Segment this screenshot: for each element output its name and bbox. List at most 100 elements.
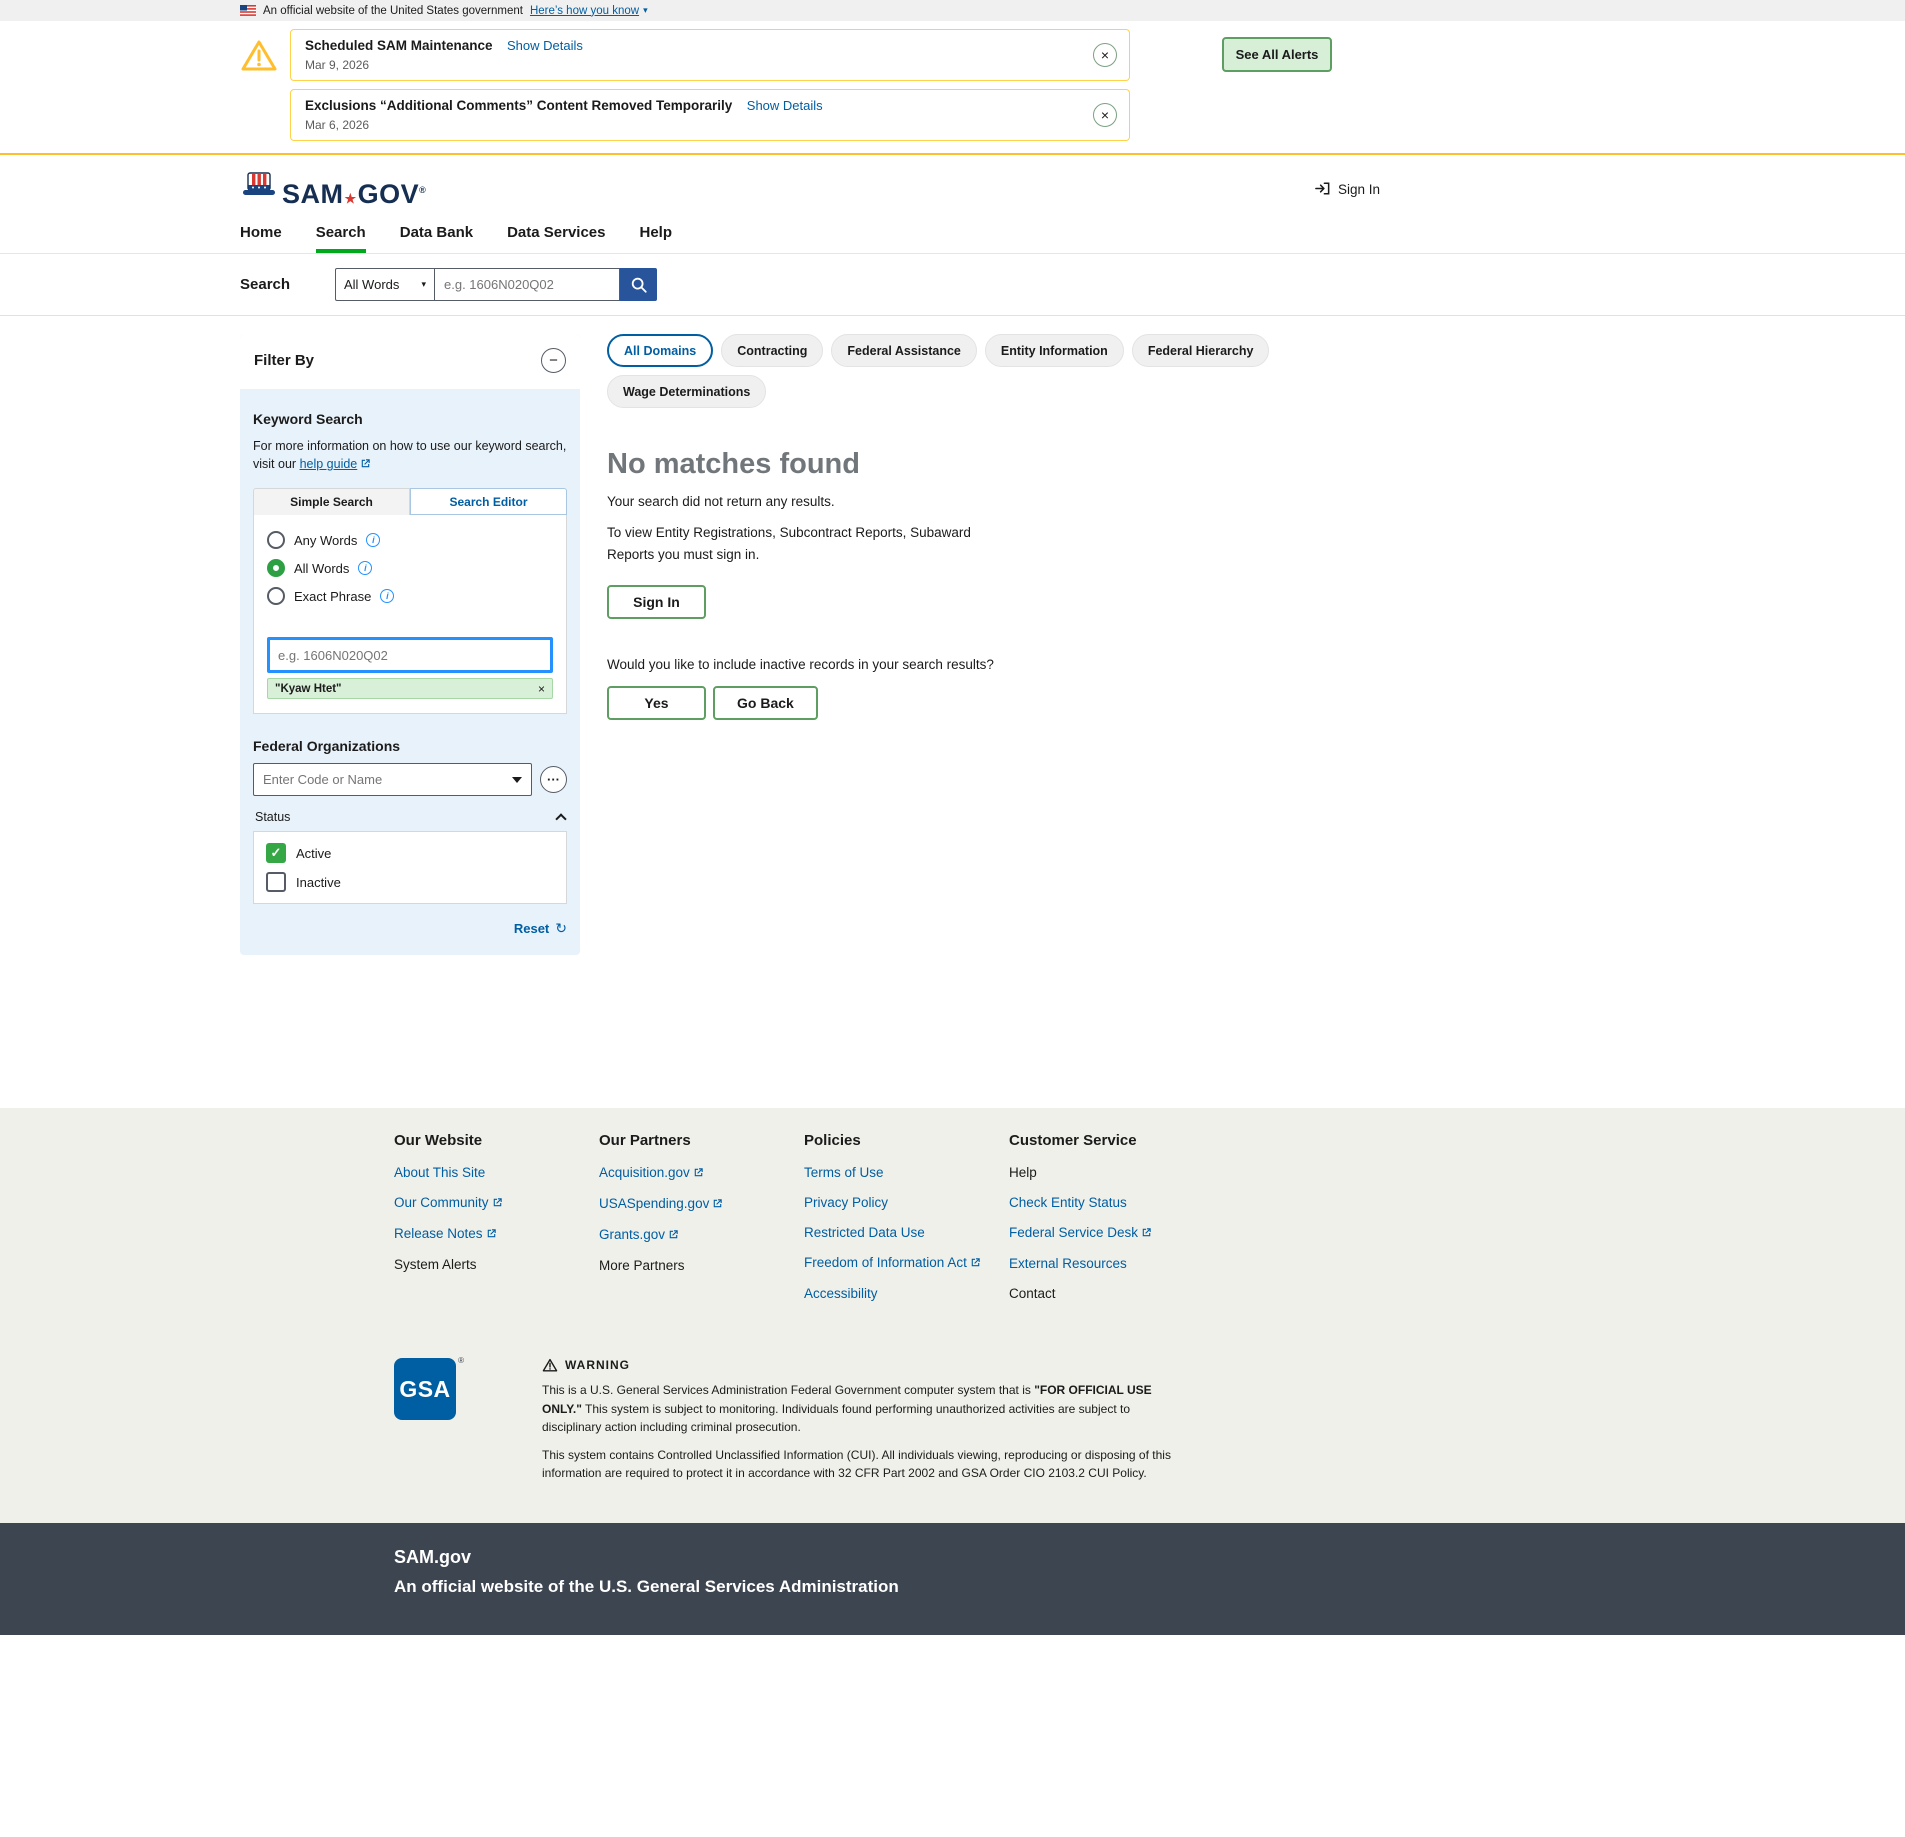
gov-banner-text: An official website of the United States… (263, 5, 523, 17)
search-label: Search (240, 276, 335, 293)
tab-search-editor[interactable]: Search Editor (410, 488, 567, 515)
active-checkbox[interactable]: ✓ (266, 843, 286, 863)
footer-link-foia[interactable]: Freedom of Information Act (804, 1255, 1009, 1271)
chevron-up-icon (555, 814, 566, 825)
radio-row-any-words: Any Words i (267, 531, 553, 549)
external-link-icon (486, 1227, 497, 1242)
footer: Our Website About This Site Our Communit… (0, 1108, 1905, 1523)
domain-tab-federal-assistance[interactable]: Federal Assistance (831, 334, 976, 367)
footer-agency-line: An official website of the U.S. General … (394, 1577, 1905, 1597)
federal-organizations-select[interactable]: Enter Code or Name (253, 763, 532, 796)
external-link-icon (492, 1196, 503, 1211)
sign-in-note: To view Entity Registrations, Subcontrac… (607, 522, 1017, 565)
info-icon[interactable]: i (380, 589, 394, 603)
exact-phrase-radio[interactable] (267, 587, 285, 605)
status-row-inactive: Inactive (266, 872, 554, 892)
logo-text: SAM★GOV® (282, 181, 426, 208)
nav-item-data-bank[interactable]: Data Bank (400, 224, 473, 253)
search-input[interactable] (435, 268, 620, 301)
footer-link-acquisition-gov[interactable]: Acquisition.gov (599, 1165, 804, 1181)
warning-title: WARNING (565, 1358, 630, 1372)
nav-item-data-services[interactable]: Data Services (507, 224, 605, 253)
sign-in-link[interactable]: Sign In (1314, 180, 1380, 200)
sam-gov-logo[interactable]: SAM★GOV® (240, 171, 426, 208)
footer-link-help[interactable]: Help (1009, 1165, 1214, 1180)
domain-tab-entity-information[interactable]: Entity Information (985, 334, 1124, 367)
footer-link-more-partners[interactable]: More Partners (599, 1258, 804, 1273)
collapse-filters-button[interactable]: − (541, 348, 566, 373)
info-icon[interactable]: i (358, 561, 372, 575)
status-options: ✓ Active Inactive (253, 831, 567, 904)
alert-row: Scheduled SAM Maintenance Show Details M… (240, 29, 1340, 81)
info-icon[interactable]: i (366, 533, 380, 547)
gov-banner: An official website of the United States… (0, 0, 1905, 21)
domain-tabs: All Domains Contracting Federal Assistan… (607, 334, 1340, 408)
yes-button[interactable]: Yes (607, 686, 706, 720)
ellipsis-icon[interactable]: ··· (540, 766, 567, 793)
go-back-button[interactable]: Go Back (713, 686, 818, 720)
alert-exclusions: Exclusions “Additional Comments” Content… (290, 89, 1130, 141)
show-details-link[interactable]: Show Details (747, 98, 823, 113)
search-scope-select[interactable]: All Words ▾ (335, 268, 435, 301)
help-guide-link[interactable]: help guide (300, 457, 358, 471)
status-section-toggle[interactable]: Status (253, 810, 567, 824)
results-section: All Domains Contracting Federal Assistan… (607, 334, 1340, 720)
footer-link-accessibility[interactable]: Accessibility (804, 1286, 1009, 1301)
show-details-link[interactable]: Show Details (507, 38, 583, 53)
search-button[interactable] (620, 268, 657, 301)
footer-column-customer-service: Customer Service Help Check Entity Statu… (1009, 1132, 1214, 1316)
search-bar-section: Search All Words ▾ (0, 254, 1905, 316)
keyword-chip: "Kyaw Htet" × (267, 678, 553, 699)
footer-link-privacy-policy[interactable]: Privacy Policy (804, 1195, 1009, 1210)
footer-link-about-this-site[interactable]: About This Site (394, 1165, 599, 1180)
sign-in-button[interactable]: Sign In (607, 585, 706, 619)
gsa-logo: GSA ® (394, 1358, 456, 1483)
tab-simple-search[interactable]: Simple Search (253, 488, 410, 515)
see-all-alerts-button[interactable]: See All Alerts (1222, 37, 1332, 72)
search-icon (630, 276, 648, 294)
nav-item-help[interactable]: Help (640, 224, 673, 253)
close-icon[interactable]: × (1093, 103, 1117, 127)
keyword-input[interactable] (267, 637, 553, 673)
logo-star-icon: ★ (345, 191, 357, 206)
filter-panel: Filter By − Keyword Search For more info… (240, 334, 580, 955)
domain-tab-wage-determinations[interactable]: Wage Determinations (607, 375, 766, 408)
reset-filters-link[interactable]: Reset (514, 921, 549, 936)
domain-tab-federal-hierarchy[interactable]: Federal Hierarchy (1132, 334, 1270, 367)
footer-link-restricted-data-use[interactable]: Restricted Data Use (804, 1225, 1009, 1240)
alert-maintenance: Scheduled SAM Maintenance Show Details M… (290, 29, 1130, 81)
chevron-down-icon: ▾ (643, 5, 648, 16)
chevron-down-icon (512, 777, 522, 783)
footer-link-check-entity-status[interactable]: Check Entity Status (1009, 1195, 1214, 1210)
footer-link-grants-gov[interactable]: Grants.gov (599, 1227, 804, 1243)
chevron-down-icon: ▾ (421, 279, 426, 290)
domain-tab-contracting[interactable]: Contracting (721, 334, 823, 367)
nav-item-home[interactable]: Home (240, 224, 282, 253)
footer-column-our-partners: Our Partners Acquisition.gov USASpending… (599, 1132, 804, 1316)
external-link-icon (970, 1256, 981, 1271)
chip-close-icon[interactable]: × (538, 682, 545, 696)
footer-link-external-resources[interactable]: External Resources (1009, 1256, 1214, 1271)
footer-link-usaspending-gov[interactable]: USASpending.gov (599, 1196, 804, 1212)
alerts-section: Scheduled SAM Maintenance Show Details M… (0, 21, 1905, 155)
footer-link-system-alerts[interactable]: System Alerts (394, 1257, 599, 1272)
alert-date: Mar 6, 2026 (305, 118, 1081, 132)
alert-row: Exclusions “Additional Comments” Content… (240, 89, 1340, 141)
nav-item-search[interactable]: Search (316, 224, 366, 253)
uncle-sam-hat-icon (240, 171, 278, 208)
any-words-radio[interactable] (267, 531, 285, 549)
footer-link-our-community[interactable]: Our Community (394, 1195, 599, 1211)
footer-link-federal-service-desk[interactable]: Federal Service Desk (1009, 1225, 1214, 1241)
footer-link-release-notes[interactable]: Release Notes (394, 1226, 599, 1242)
footer-link-contact[interactable]: Contact (1009, 1286, 1214, 1301)
external-link-icon (360, 456, 371, 474)
how-you-know-link[interactable]: Here’s how you know (530, 5, 639, 17)
close-icon[interactable]: × (1093, 43, 1117, 67)
domain-tab-all-domains[interactable]: All Domains (607, 334, 713, 367)
footer-link-terms-of-use[interactable]: Terms of Use (804, 1165, 1009, 1180)
refresh-icon[interactable]: ↻ (555, 920, 567, 937)
alert-date: Mar 9, 2026 (305, 58, 1081, 72)
all-words-radio[interactable] (267, 559, 285, 577)
external-link-icon (712, 1197, 723, 1212)
inactive-checkbox[interactable] (266, 872, 286, 892)
